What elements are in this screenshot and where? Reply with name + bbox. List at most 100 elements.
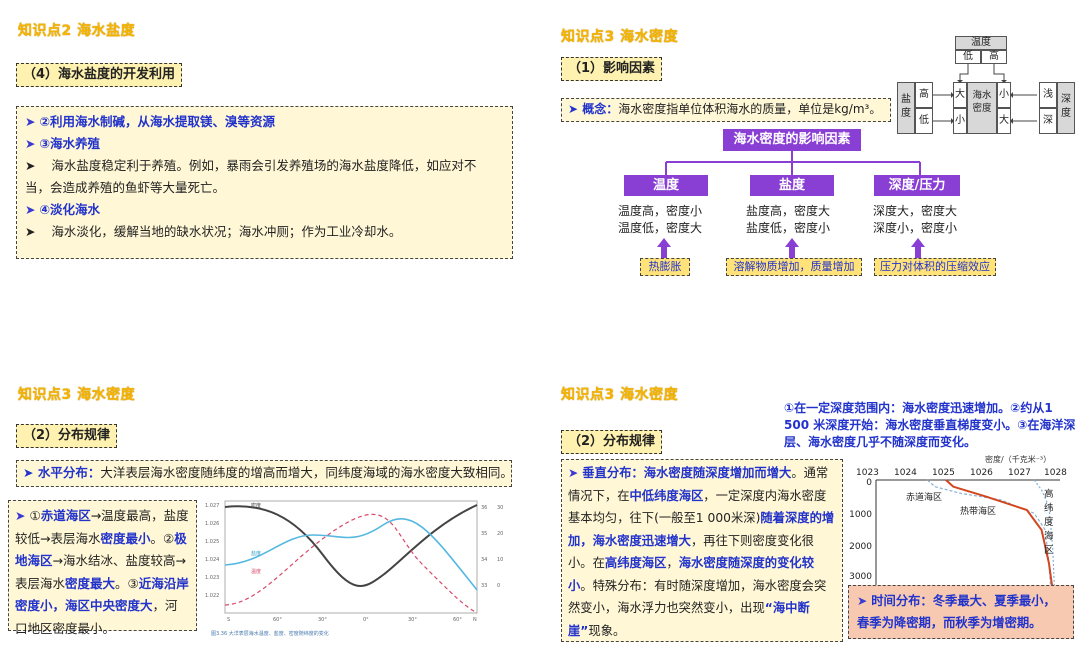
svg-text:N: N: [473, 617, 477, 623]
q3-zones-text: ①: [29, 508, 41, 523]
q4-vertical-label: 垂直分布：: [582, 466, 644, 480]
svg-text:33: 33: [481, 583, 487, 589]
latitude-figure: 1.027 1.026 1.025 1.024 1.023 1.022 36 35 34 33…: [203, 495, 515, 643]
fig-label-density: 密度: [251, 502, 261, 509]
bullet-arrow-icon: ➤: [25, 202, 36, 217]
factor-depth-text: 深度大，密度大 深度小，密度小: [873, 203, 957, 237]
svg-text:36: 36: [481, 505, 487, 511]
svg-text:1.024: 1.024: [205, 557, 219, 563]
svg-text:1.027: 1.027: [205, 503, 219, 509]
svg-text:30°: 30°: [318, 617, 327, 623]
q2-concept-label: ➤ 概念：: [568, 102, 619, 116]
q3-horizontal-text: 大洋表层海水密度随纬度的增高而增大，同纬度海域的海水密度大致相同。: [100, 465, 513, 480]
svg-text:30: 30: [497, 505, 503, 511]
svg-text:34: 34: [481, 557, 487, 563]
factor-up-arrows: [657, 238, 925, 258]
arrow-temp-high: [993, 64, 1005, 80]
factor-temp-note: 热膨胀: [640, 258, 690, 276]
factor-depth-line-1: 深度大，密度大: [873, 204, 958, 218]
svg-text:60°: 60°: [453, 617, 462, 623]
q4-time-box: ➤ 时间分布：冬季最大、夏季最小，春季为降密期，而秋季为增密期。: [848, 585, 1074, 639]
q4-title: 知识点3 海水密度: [561, 387, 679, 403]
svg-text:0: 0: [497, 583, 500, 589]
q4-vertical-text: 现象。: [588, 623, 626, 638]
factor-depth-box: 深度/压力: [874, 175, 960, 196]
bullet-arrow-icon: ➤: [25, 158, 36, 173]
factor-salinity-note: 溶解物质增加，质量增加: [726, 258, 862, 276]
q4-note: ①在一定深度范围内：海水密度迅速增加。②约从1 500 米深度开始：海水密度垂直…: [784, 401, 1076, 449]
factor-salinity-box: 盐度: [750, 175, 834, 196]
q4-high-lat: 高纬度海区: [604, 556, 667, 570]
q1-item-1: ②利用海水制碱，从海水提取镁、溴等资源: [39, 114, 276, 129]
arrow-temp-low: [959, 64, 969, 80]
q2-title: 知识点3 海水密度: [561, 29, 679, 45]
svg-text:35: 35: [481, 531, 487, 537]
label-tropical: 热带海区: [960, 507, 997, 517]
fig-caption: 图3.36 大洋表层海水温度、盐度、密度随纬度的变化: [211, 630, 329, 637]
q1-item-3-line-2: 当，会造成养殖的鱼虾等大量死亡。: [25, 180, 226, 195]
series-line-2: [945, 479, 1054, 591]
factor-temp-text: 温度高，密度小 温度低，密度大: [618, 203, 702, 237]
svg-text:1.023: 1.023: [205, 575, 219, 581]
q4-vertical-rule: 海水密度随深度增加而增大: [643, 466, 792, 480]
q3-zones-box: ➤ ①赤道海区→温度最高，盐度较低→表层海水密度最小。②极地海区→海水结冰、盐度…: [8, 500, 197, 636]
bullet-arrow-icon: ➤: [568, 466, 579, 480]
q3-horizontal-box: ➤ 水平分布：大洋表层海水密度随纬度的增高而增大，同纬度海域的海水密度大致相同。: [16, 460, 513, 487]
bullet-arrow-icon: ➤: [25, 114, 36, 129]
q1-content-box: ➤ ②利用海水制碱，从海水提取镁、溴等资源 ➤ ③海水养殖 ➤ 海水盐度稳定利于…: [16, 106, 513, 259]
bullet-arrow-icon: ➤: [857, 594, 868, 608]
q4-time-label: 时间分布：: [871, 594, 933, 608]
factor-temp-line-1: 温度高，密度小: [618, 204, 703, 218]
q4-vertical-text: ，: [666, 556, 679, 570]
q4-subtitle: （2）分布规律: [561, 430, 663, 454]
bullet-arrow-icon: ➤: [25, 136, 36, 151]
q2-concept-text: 海水密度指单位体积海水的质量，单位是kg/m³。: [618, 102, 882, 116]
q1-item-5: 海水淡化，缓解当地的缺水状况；海水冲厕；作为工业冷却水。: [51, 224, 402, 239]
depth-density-chart: 密度/（千克米⁻³） 1023 1024 1025 1026 1027 1028…: [848, 452, 1074, 592]
q1-item-4: ④淡化海水: [39, 202, 101, 217]
svg-text:1.026: 1.026: [205, 521, 219, 527]
up-arrow-icon: [657, 238, 671, 258]
density-relation-diagram: 温度 低 高 盐度 高 低 大 小 海水密度 小 大 浅 深 深度: [897, 36, 1075, 140]
factor-temp-line-2: 温度低，密度大: [618, 221, 703, 235]
svg-text:20: 20: [497, 531, 503, 537]
q2-subtitle: （1）影响因素: [561, 57, 663, 81]
factor-depth-note: 压力对体积的压缩效应: [874, 258, 996, 276]
q3-zones-text: 。②: [150, 530, 175, 546]
svg-text:30°: 30°: [408, 617, 417, 623]
q3-min-density: 密度最小: [100, 530, 151, 546]
bullet-arrow-icon: ➤: [15, 508, 26, 523]
up-arrow-icon: [785, 238, 799, 258]
label-high-lat: 高纬度海区: [1044, 489, 1054, 556]
factor-salinity-text: 盐度高，密度大 盐度低，密度小: [746, 203, 830, 237]
q3-max-density: 密度最大: [65, 575, 116, 591]
q3-zones-text: 。③: [115, 575, 139, 591]
q3-subtitle: （2）分布规律: [16, 424, 118, 448]
label-equatorial: 赤道海区: [906, 493, 943, 503]
q1-subtitle: （4）海水盐度的开发利用: [16, 63, 183, 87]
q1-item-2: ③海水养殖: [39, 136, 101, 151]
q4-mid-low-lat: 中低纬度海区: [629, 488, 704, 503]
svg-text:S: S: [227, 617, 230, 623]
q1-title: 知识点2 海水盐度: [18, 23, 136, 39]
factors-main-box: 海水密度的影响因素: [723, 129, 861, 151]
chart-plot: [875, 479, 1060, 591]
svg-text:60°: 60°: [273, 617, 282, 623]
up-arrow-icon: [911, 238, 925, 258]
diagram-arrows: [933, 64, 1037, 124]
factor-temp-box: 温度: [624, 175, 708, 196]
latitude-figure-plot: 1.027 1.026 1.025 1.024 1.023 1.022 36 35 34 33…: [205, 500, 503, 637]
svg-text:1.022: 1.022: [205, 593, 219, 599]
q3-horizontal-label: ➤ 水平分布：: [23, 465, 101, 480]
q4-vertical-box: ➤ 垂直分布：海水密度随深度增加而增大。通常情况下，在中低纬度海区，一定深度内海…: [561, 459, 843, 642]
bullet-arrow-icon: ➤: [25, 224, 36, 239]
series-line-1: [927, 479, 1052, 591]
svg-text:1.025: 1.025: [205, 539, 219, 545]
fig-label-temp: 温度: [251, 568, 261, 575]
svg-text:10: 10: [497, 557, 503, 563]
q3-equator: 赤道海区: [40, 508, 91, 523]
factor-salinity-line-1: 盐度高，密度大: [746, 204, 831, 218]
factor-salinity-line-2: 盐度低，密度小: [746, 221, 831, 235]
factor-depth-line-2: 深度小，密度小: [873, 221, 958, 235]
svg-text:0°: 0°: [363, 617, 369, 623]
